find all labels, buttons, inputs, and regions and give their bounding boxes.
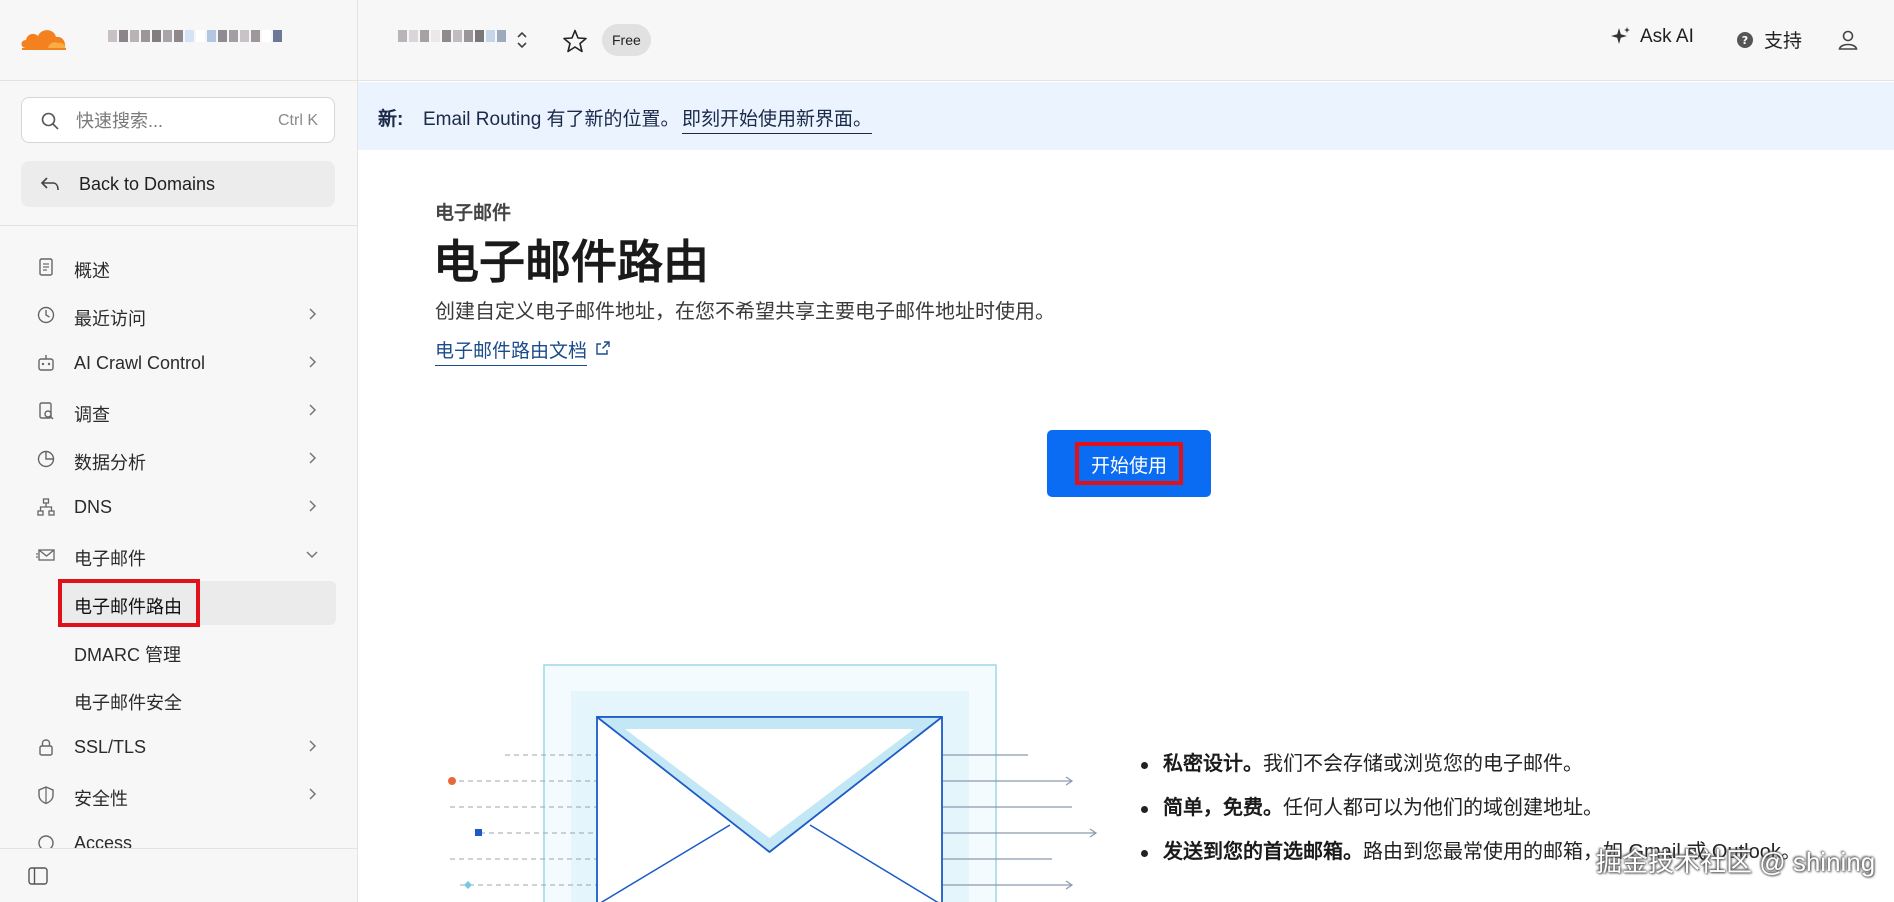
sidebar-item-label: 数据分析 [74, 453, 146, 473]
zone-selector-icon[interactable] [515, 29, 529, 51]
list-item: 简单，免费。任何人都可以为他们的域创建地址。 [1135, 792, 1815, 825]
network-icon [37, 498, 55, 516]
pie-chart-icon [37, 450, 55, 468]
sparkle-icon [1611, 27, 1630, 44]
sidebar-item-security[interactable]: 安全性 [0, 771, 357, 819]
chevron-right-icon [309, 356, 317, 368]
ask-ai-button[interactable]: Ask AI [1610, 26, 1694, 48]
svg-text:?: ? [1742, 34, 1748, 47]
breadcrumb: 电子邮件 [435, 203, 512, 224]
cloudflare-logo-icon[interactable] [18, 24, 70, 52]
sidebar-item-recent[interactable]: 最近访问 [0, 291, 357, 339]
ask-ai-label: Ask AI [1640, 26, 1694, 47]
page-description: 创建自定义电子邮件地址，在您不希望共享主要电子邮件地址时使用。 [435, 301, 1055, 323]
support-menu[interactable]: ? 支持 [1736, 26, 1802, 53]
feature-title: 发送到您的首选邮箱。 [1163, 841, 1363, 863]
sidebar-subitem-label: 电子邮件安全 [74, 693, 182, 713]
sidebar-item-overview[interactable]: 概述 [0, 243, 357, 291]
robot-icon [38, 355, 54, 371]
sidebar-subitem-email-routing[interactable]: 电子邮件路由 [0, 579, 357, 627]
sidebar-item-label: DNS [74, 497, 113, 517]
shield-icon [38, 786, 54, 805]
watermark: 掘金技术社区 @ shining [1596, 847, 1876, 877]
search-shortcut-hint: Ctrl K [278, 112, 318, 129]
sidebar-subitem-email-security[interactable]: 电子邮件安全 [0, 675, 357, 723]
top-bar: Free Ask AI ? 支持 [358, 0, 1894, 81]
feature-text: 任何人都可以为他们的域创建地址。 [1283, 797, 1603, 819]
sidebar-footer [0, 848, 357, 902]
back-arrow-icon [40, 177, 59, 191]
clock-icon [37, 306, 55, 324]
sidebar-item-ai-crawl-control[interactable]: AI Crawl Control [0, 339, 357, 387]
sidebar-item-label: 概述 [74, 261, 110, 281]
get-started-label: 开始使用 [1090, 456, 1167, 477]
sidebar-item-label: AI Crawl Control [74, 353, 206, 373]
mail-icon [36, 549, 55, 561]
sidebar-toggle-icon[interactable] [28, 867, 48, 885]
banner-new-label: 新: [378, 109, 404, 130]
back-to-domains-label: Back to Domains [79, 173, 216, 194]
feature-title: 私密设计。 [1163, 753, 1263, 775]
back-to-domains-button[interactable]: Back to Domains [21, 161, 335, 207]
search-icon [41, 112, 59, 130]
chevron-right-icon [309, 500, 317, 512]
sidebar-item-label: 调查 [74, 405, 110, 425]
sidebar-item-investigate[interactable]: 调查 [0, 387, 357, 435]
search-input[interactable] [76, 109, 276, 133]
sidebar-subitem-label: 电子邮件路由 [74, 597, 182, 617]
document-icon [39, 258, 53, 276]
zone-name-redacted[interactable] [398, 30, 506, 42]
sidebar-subitem-label: DMARC 管理 [74, 645, 181, 665]
account-header [0, 0, 357, 81]
chevron-right-icon [309, 740, 317, 752]
email-routing-docs-link[interactable]: 电子邮件路由文档 [435, 336, 588, 366]
plan-badge: Free [602, 24, 651, 56]
sidebar-nav: 概述 最近访问 AI Crawl Control 调查 数据分析 DNS 电子邮… [0, 243, 357, 867]
help-icon: ? [1737, 31, 1753, 48]
quick-search[interactable]: Ctrl K [21, 97, 335, 143]
chevron-right-icon [309, 788, 317, 800]
new-ui-banner: 新: Email Routing 有了新的位置。 即刻开始使用新界面。 [358, 82, 1894, 150]
sidebar-item-label: 电子邮件 [74, 549, 146, 569]
sidebar-item-label: 安全性 [74, 789, 128, 809]
external-link-icon[interactable] [595, 340, 611, 356]
chevron-down-icon [306, 551, 318, 559]
sidebar-item-analytics[interactable]: 数据分析 [0, 435, 357, 483]
page-title: 电子邮件路由 [433, 236, 709, 288]
chevron-right-icon [309, 308, 317, 320]
banner-new-ui-link[interactable]: 即刻开始使用新界面。 [682, 104, 873, 134]
list-item: 私密设计。我们不会存储或浏览您的电子邮件。 [1135, 748, 1815, 781]
sidebar-item-ssl-tls[interactable]: SSL/TLS [0, 723, 357, 771]
star-icon[interactable] [562, 28, 588, 54]
sidebar-subitem-dmarc[interactable]: DMARC 管理 [0, 627, 357, 675]
sidebar-item-email[interactable]: 电子邮件 [0, 531, 357, 579]
feature-title: 简单，免费。 [1163, 797, 1283, 819]
support-label: 支持 [1764, 31, 1803, 52]
chevron-right-icon [309, 452, 317, 464]
chevron-right-icon [309, 404, 317, 416]
investigate-icon [39, 402, 54, 420]
lock-icon [39, 739, 53, 756]
sidebar-divider [0, 225, 357, 226]
sidebar-item-label: SSL/TLS [74, 737, 147, 757]
get-started-button[interactable]: 开始使用 [1047, 430, 1211, 497]
user-icon[interactable] [1836, 28, 1860, 52]
sidebar-item-label: 最近访问 [74, 309, 146, 329]
email-envelope-illustration [448, 664, 1098, 902]
sidebar: Ctrl K Back to Domains 概述 最近访问 [0, 0, 358, 902]
feature-text: 我们不会存储或浏览您的电子邮件。 [1263, 753, 1583, 775]
account-name-redacted[interactable] [108, 30, 282, 42]
banner-message: Email Routing 有了新的位置。 [423, 109, 680, 130]
sidebar-item-dns[interactable]: DNS [0, 483, 357, 531]
